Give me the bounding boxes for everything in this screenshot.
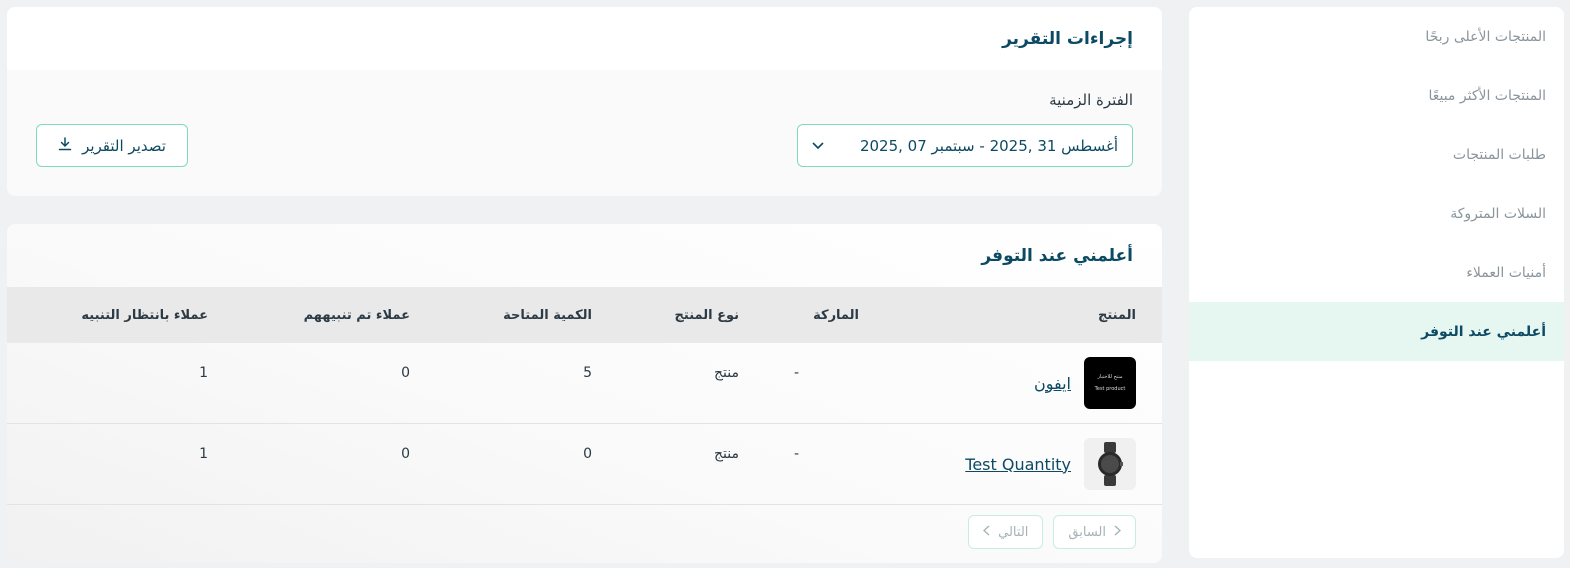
thumbnail-text: منتج للاختبار <box>1097 374 1123 380</box>
download-icon <box>58 136 72 155</box>
product-link[interactable]: ايفون <box>1034 374 1071 393</box>
chevron-right-icon <box>1114 524 1122 540</box>
date-range-value: أغسطس 31 ,2025 - سبتمبر 07 ,2025 <box>859 136 1118 155</box>
reports-sidebar: المنتجات الأعلى ربحًا المنتجات الأكثر مب… <box>1189 7 1564 558</box>
prev-page-button[interactable]: السابق <box>1053 515 1136 549</box>
product-link[interactable]: Test Quantity <box>965 455 1071 474</box>
column-product-type: نوع المنتج <box>674 307 739 323</box>
qty-cell: 5 <box>583 365 592 381</box>
brand-cell: - <box>793 446 799 462</box>
sidebar-item-label: السلات المتروكة <box>1450 205 1546 222</box>
waiting-cell: 1 <box>199 365 208 381</box>
chevron-left-icon <box>983 524 990 540</box>
qty-cell: 0 <box>583 446 592 462</box>
sidebar-item-wishlists[interactable]: أمنيات العملاء <box>1189 243 1564 302</box>
notified-cell: 0 <box>401 365 410 381</box>
notified-cell: 0 <box>401 446 410 462</box>
table-row: Test Quantity - منتج 0 0 1 <box>7 424 1162 505</box>
waiting-cell: 1 <box>199 446 208 462</box>
report-actions-title: إجراءات التقرير <box>7 7 1162 70</box>
sidebar-item-label: أمنيات العملاء <box>1466 264 1546 281</box>
report-actions-card: إجراءات التقرير الفترة الزمنية أغسطس 31 … <box>7 7 1162 196</box>
column-brand: الماركة <box>813 307 859 323</box>
column-notified-customers: عملاء تم تنبيههم <box>303 307 410 323</box>
table-row: منتج للاختبار Test product ايفون - منتج … <box>7 343 1162 424</box>
chevron-down-icon <box>812 139 824 153</box>
export-label: تصدير التقرير <box>82 136 166 155</box>
export-report-button[interactable]: تصدير التقرير <box>36 124 188 167</box>
thumbnail-text: Test product <box>1094 386 1126 392</box>
sidebar-item-notify-me[interactable]: أعلمني عند التوفر <box>1189 302 1564 361</box>
type-cell: منتج <box>714 446 739 462</box>
column-available-qty: الكمية المتاحة <box>503 307 592 323</box>
watch-icon[interactable] <box>1084 438 1136 490</box>
sidebar-item-product-orders[interactable]: طلبات المنتجات <box>1189 125 1564 184</box>
type-cell: منتج <box>714 365 739 381</box>
column-product: المنتج <box>1097 307 1136 323</box>
sidebar-item-best-selling[interactable]: المنتجات الأكثر مبيعًا <box>1189 66 1564 125</box>
prev-label: السابق <box>1068 524 1106 540</box>
product-cell: منتج للاختبار Test product ايفون <box>859 343 1162 424</box>
sidebar-item-label: المنتجات الأعلى ربحًا <box>1425 28 1546 45</box>
date-range-picker[interactable]: أغسطس 31 ,2025 - سبتمبر 07 ,2025 <box>797 124 1133 167</box>
brand-cell: - <box>793 365 799 381</box>
sidebar-item-abandoned-carts[interactable]: السلات المتروكة <box>1189 184 1564 243</box>
sidebar-item-label: طلبات المنتجات <box>1452 146 1546 163</box>
next-page-button[interactable]: التالي <box>968 515 1044 549</box>
sidebar-item-label: المنتجات الأكثر مبيعًا <box>1428 87 1546 104</box>
notify-me-card: أعلمني عند التوفر المنتج الماركة نوع الم… <box>7 224 1162 563</box>
pagination: السابق التالي <box>968 515 1136 549</box>
next-label: التالي <box>998 524 1029 540</box>
period-label: الفترة الزمنية <box>1049 91 1133 109</box>
sidebar-item-label: أعلمني عند التوفر <box>1421 323 1546 340</box>
product-cell: Test Quantity <box>859 424 1162 505</box>
column-waiting-customers: عملاء بانتظار التنبيه <box>81 307 208 323</box>
notify-me-title: أعلمني عند التوفر <box>981 245 1133 266</box>
sidebar-item-top-profit[interactable]: المنتجات الأعلى ربحًا <box>1189 7 1564 66</box>
product-thumbnail[interactable]: منتج للاختبار Test product <box>1084 357 1136 409</box>
notify-table: المنتج الماركة نوع المنتج الكمية المتاحة… <box>7 287 1162 505</box>
table-header-row: المنتج الماركة نوع المنتج الكمية المتاحة… <box>7 287 1162 343</box>
